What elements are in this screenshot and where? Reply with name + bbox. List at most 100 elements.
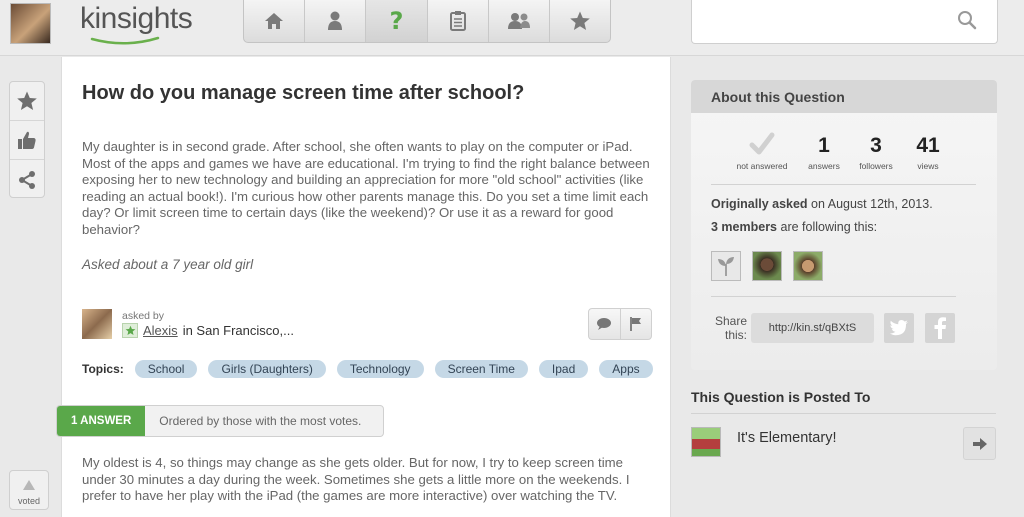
- user-avatar[interactable]: [10, 3, 51, 44]
- answered-label: not answered: [736, 161, 788, 171]
- answers-stat: 1 answers: [803, 132, 845, 171]
- thumbs-up-icon: [18, 131, 36, 149]
- originally-asked: Originally asked on August 12th, 2013.: [711, 197, 933, 211]
- topic-tag[interactable]: School: [134, 360, 198, 378]
- topic-tag[interactable]: Apps: [599, 360, 653, 378]
- logo-text: kinsights: [80, 2, 193, 35]
- question-icon: ?: [389, 7, 404, 35]
- answer-order-label[interactable]: Ordered by those with the most votes.: [145, 406, 361, 436]
- asker-line: Alexis in San Francisco,...: [122, 323, 294, 338]
- star-icon: [125, 325, 135, 335]
- sprout-icon: [718, 257, 734, 276]
- search-input[interactable]: [700, 10, 950, 34]
- follower-avatar[interactable]: [793, 251, 823, 281]
- views-stat: 41 views: [907, 132, 949, 171]
- question-action-rail: [9, 81, 45, 198]
- member-badge: [122, 323, 138, 338]
- clipboard-icon: [449, 11, 466, 31]
- star-icon: [17, 91, 37, 110]
- following-bold: 3 members: [711, 220, 778, 234]
- kinsights-logo[interactable]: kinsights: [80, 2, 210, 45]
- asker-name-link[interactable]: Alexis: [143, 323, 178, 338]
- flag-button[interactable]: [621, 309, 652, 339]
- facebook-share-button[interactable]: [925, 313, 955, 343]
- follower-avatar[interactable]: [752, 251, 782, 281]
- school-house-icon: [691, 427, 721, 457]
- nav-checklist[interactable]: [428, 0, 489, 42]
- follower-avatar[interactable]: [711, 251, 741, 281]
- nav-community[interactable]: [489, 0, 550, 42]
- question-title: How do you manage screen time after scho…: [82, 82, 525, 104]
- star-icon: [570, 11, 590, 30]
- twitter-icon: [889, 320, 908, 336]
- topic-tag[interactable]: Ipad: [538, 360, 589, 378]
- main-nav: ?: [243, 0, 611, 43]
- divider: [711, 296, 956, 297]
- facebook-icon: [934, 317, 946, 339]
- topics-label: Topics:: [82, 362, 124, 376]
- asker-avatar[interactable]: [82, 309, 112, 339]
- followers-label: followers: [859, 161, 893, 171]
- person-icon: [328, 11, 343, 30]
- nav-favorites[interactable]: [550, 0, 610, 42]
- share-icon: [19, 170, 35, 189]
- group-go-button[interactable]: [963, 427, 996, 460]
- answer-sort-bar: 1 ANSWER Ordered by those with the most …: [56, 405, 384, 437]
- answer-body: My oldest is 4, so things may change as …: [82, 455, 630, 503]
- question-body: My daughter is in second grade. After sc…: [82, 139, 650, 237]
- topic-tag[interactable]: Technology: [336, 360, 424, 378]
- asked-by-label: asked by: [122, 310, 165, 322]
- voted-label: voted: [17, 496, 41, 506]
- follower-avatars: [711, 251, 823, 281]
- share-button[interactable]: [10, 160, 44, 199]
- answered-status: not answered: [731, 132, 793, 171]
- share-label: Share this:: [714, 314, 747, 342]
- group-name[interactable]: It's Elementary!: [737, 430, 836, 446]
- following-rest: are following this:: [777, 220, 878, 234]
- posted-to-title: This Question is Posted To: [691, 389, 871, 405]
- logo-swoosh-icon: [90, 36, 160, 45]
- question-stats: not answered 1 answers 3 followers 41 vi…: [731, 132, 949, 171]
- flag-icon: [629, 317, 641, 331]
- share-short-link[interactable]: http://kin.st/qBXtS: [751, 313, 874, 343]
- followers-count: 3: [870, 134, 882, 157]
- arrow-right-icon: [972, 437, 987, 450]
- twitter-share-button[interactable]: [884, 313, 914, 343]
- about-question-panel: About this Question not answered 1 answe…: [691, 80, 997, 370]
- question-child-info: Asked about a 7 year old girl: [82, 257, 254, 272]
- divider: [691, 413, 996, 414]
- divider: [711, 184, 976, 185]
- orig-bold: Originally asked: [711, 197, 808, 211]
- home-icon: [265, 13, 284, 29]
- checkmark-icon: [731, 132, 793, 160]
- followers-stat: 3 followers: [855, 132, 897, 171]
- speech-bubble-icon: [597, 318, 612, 330]
- topic-tag[interactable]: Screen Time: [434, 360, 528, 378]
- search-icon[interactable]: [957, 10, 977, 30]
- orig-date: on August 12th, 2013.: [807, 197, 933, 211]
- answers-count: 1: [818, 134, 830, 157]
- comment-button[interactable]: [589, 309, 621, 339]
- top-header: kinsights ?: [0, 0, 1024, 56]
- posted-group-row[interactable]: It's Elementary!: [691, 427, 996, 461]
- answer-count-badge: 1 ANSWER: [57, 406, 146, 436]
- following-info: 3 members are following this:: [711, 220, 877, 234]
- favorite-button[interactable]: [10, 82, 44, 121]
- asker-location: in San Francisco,...: [182, 323, 294, 338]
- people-icon: [507, 13, 530, 29]
- nav-questions[interactable]: ?: [366, 0, 428, 42]
- like-button[interactable]: [10, 121, 44, 160]
- search-box: [691, 0, 998, 44]
- question-panel: How do you manage screen time after scho…: [56, 57, 671, 517]
- triangle-up-icon: [23, 480, 35, 490]
- topic-tag[interactable]: Girls (Daughters): [208, 360, 326, 378]
- vote-button[interactable]: voted: [9, 470, 49, 510]
- views-count: 41: [916, 134, 940, 157]
- answers-label: answers: [808, 161, 840, 171]
- about-header: About this Question: [691, 80, 997, 113]
- nav-profile[interactable]: [305, 0, 367, 42]
- views-label: views: [917, 161, 939, 171]
- nav-home[interactable]: [244, 0, 306, 42]
- topics-list: Topics: School Girls (Daughters) Technol…: [82, 360, 653, 378]
- question-actions: [588, 308, 652, 340]
